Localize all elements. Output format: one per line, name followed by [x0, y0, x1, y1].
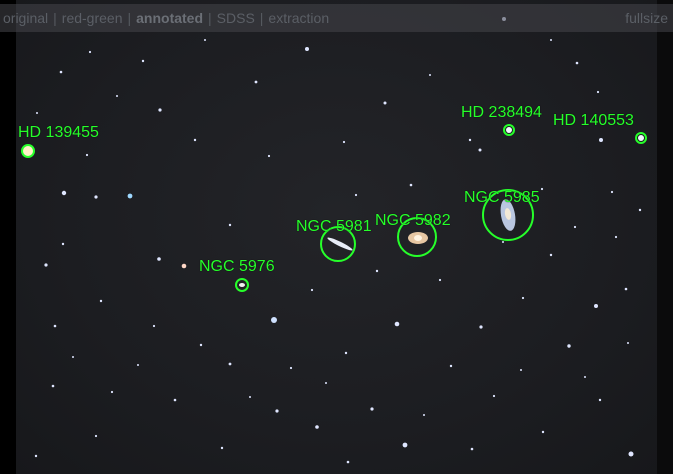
label-hd-140553: HD 140553	[553, 112, 634, 129]
fullsize-link[interactable]: fullsize	[625, 10, 668, 26]
view-mode-menu: original | red-green | annotated | SDSS | extrac…	[3, 10, 329, 26]
label-ngc-5985: NGC 5985	[464, 189, 540, 206]
menu-item-sdss[interactable]: SDSS	[217, 10, 255, 26]
label-ngc-5982: NGC 5982	[375, 212, 451, 229]
label-hd-139455: HD 139455	[18, 124, 99, 141]
label-hd-238494: HD 238494	[461, 104, 542, 121]
menu-separator: |	[127, 10, 132, 26]
menu-separator: |	[208, 10, 212, 26]
menu-separator: |	[259, 10, 264, 26]
label-ngc-5981: NGC 5981	[296, 218, 372, 235]
menu-item-extraction[interactable]: extraction	[268, 10, 329, 26]
star-field	[21, 17, 647, 464]
label-ngc-5976: NGC 5976	[199, 258, 275, 275]
image-viewer: HD 139455 HD 238494 HD 140553 NGC 5985 N…	[0, 0, 673, 474]
menu-item-red-green[interactable]: red-green	[62, 10, 123, 26]
menu-item-original[interactable]: original	[3, 10, 48, 26]
menu-item-annotated[interactable]: annotated	[136, 10, 203, 26]
menu-separator: |	[53, 10, 57, 26]
